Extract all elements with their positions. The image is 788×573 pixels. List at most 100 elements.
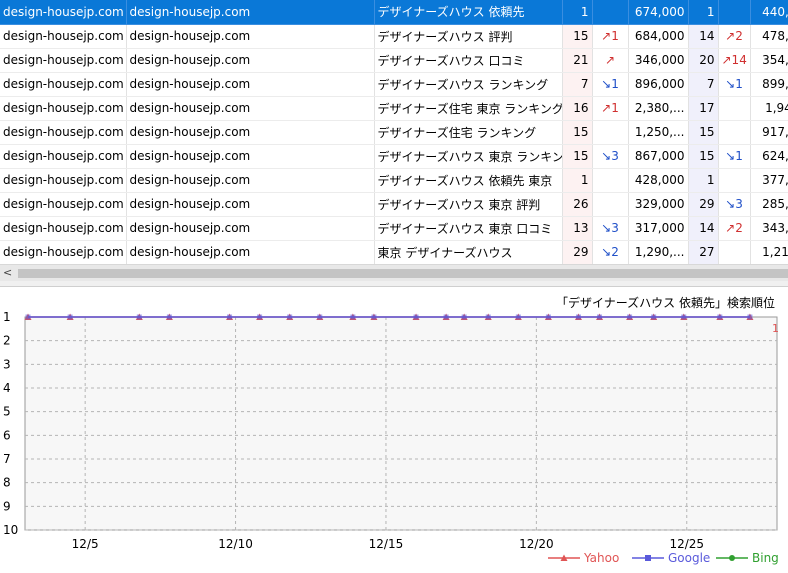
site-cell: design-housejp.com — [0, 24, 127, 49]
google-volume-cell: 899,0 — [750, 72, 788, 97]
google-change-cell — [718, 0, 751, 25]
keyword-cell: 東京 デザイナーズハウス — [374, 240, 563, 264]
yahoo-change-cell — [592, 0, 629, 25]
site-cell: design-housejp.com — [0, 192, 127, 217]
google-rank-cell: 14 — [688, 24, 719, 49]
site-cell: design-housejp.com — [0, 0, 127, 25]
table-row[interactable]: design-housejp.com design-housejp.com デザイナ… — [0, 48, 788, 73]
x-tick-label: 12/5 — [72, 537, 99, 551]
data-point-google — [67, 314, 73, 320]
keyword-cell: デザイナーズハウス 東京 ランキング — [374, 144, 563, 169]
y-tick-label: 6 — [3, 428, 11, 442]
keyword-cell: デザイナーズハウス 口コミ — [374, 48, 563, 73]
x-tick-label: 12/10 — [218, 537, 253, 551]
google-rank-cell: 15 — [688, 144, 719, 169]
yahoo-change-cell: ↘1 — [592, 72, 629, 97]
x-tick-label: 12/25 — [669, 537, 704, 551]
table-row[interactable]: design-housejp.com design-housejp.com デザイナ… — [0, 96, 788, 121]
ranking-table: design-housejp.com design-housejp.com デザイナ… — [0, 0, 788, 264]
site-url-cell: design-housejp.com — [126, 120, 375, 145]
chart-title: 「デザイナーズハウス 依頼先」検索順位 — [556, 295, 775, 310]
y-tick-label: 8 — [3, 476, 11, 490]
table-row[interactable]: design-housejp.com design-housejp.com デザイナ… — [0, 24, 788, 49]
y-tick-label: 10 — [3, 523, 18, 537]
yahoo-change-cell: ↗ — [592, 48, 629, 73]
google-volume-cell: 478,0 — [750, 24, 788, 49]
yahoo-volume-cell: 1,290,... — [628, 240, 689, 264]
legend-marker-bing — [729, 555, 735, 561]
yahoo-rank-cell: 15 — [562, 144, 593, 169]
google-rank-cell: 7 — [688, 72, 719, 97]
google-volume-cell: 285,0 — [750, 192, 788, 217]
yahoo-change-cell: ↘2 — [592, 240, 629, 264]
yahoo-rank-cell: 1 — [562, 0, 593, 25]
data-point-google — [545, 314, 551, 320]
data-point-google — [717, 314, 723, 320]
google-volume-cell: 1,94( — [750, 96, 788, 121]
yahoo-volume-cell: 317,000 — [628, 216, 689, 241]
keyword-cell: デザイナーズ住宅 ランキング — [374, 120, 563, 145]
yahoo-volume-cell: 867,000 — [628, 144, 689, 169]
yahoo-volume-cell: 2,380,... — [628, 96, 689, 121]
table-row[interactable]: design-housejp.com design-housejp.com デザイナ… — [0, 216, 788, 241]
data-point-google — [597, 314, 603, 320]
site-cell: design-housejp.com — [0, 168, 127, 193]
horizontal-scrollbar[interactable]: < — [0, 264, 788, 281]
keyword-cell: デザイナーズハウス ランキング — [374, 72, 563, 97]
scroll-left-icon[interactable]: < — [3, 266, 12, 279]
y-tick-label: 2 — [3, 334, 11, 348]
data-point-google — [461, 314, 467, 320]
table-row[interactable]: design-housejp.com design-housejp.com デザイナ… — [0, 144, 788, 169]
yahoo-volume-cell: 428,000 — [628, 168, 689, 193]
table-row[interactable]: design-housejp.com design-housejp.com デザイナ… — [0, 72, 788, 97]
google-volume-cell: 624,0 — [750, 144, 788, 169]
yahoo-volume-cell: 1,250,... — [628, 120, 689, 145]
yahoo-volume-cell: 896,000 — [628, 72, 689, 97]
google-change-cell: ↗2 — [718, 216, 751, 241]
google-volume-cell: 377,0 — [750, 168, 788, 193]
yahoo-change-cell — [592, 168, 629, 193]
keyword-cell: デザイナーズハウス 東京 口コミ — [374, 216, 563, 241]
table-row[interactable]: design-housejp.com design-housejp.com デザイナ… — [0, 168, 788, 193]
yahoo-rank-cell: 21 — [562, 48, 593, 73]
data-point-google — [287, 314, 293, 320]
table-row[interactable]: design-housejp.com design-housejp.com デザイナ… — [0, 120, 788, 145]
yahoo-rank-cell: 16 — [562, 96, 593, 121]
keyword-cell: デザイナーズ住宅 東京 ランキング — [374, 96, 563, 121]
site-url-cell: design-housejp.com — [126, 96, 375, 121]
google-volume-cell: 1,210 — [750, 240, 788, 264]
data-point-google — [166, 314, 172, 320]
y-tick-label: 1 — [3, 310, 11, 324]
yahoo-change-cell — [592, 192, 629, 217]
legend-label-bing: Bing — [752, 551, 779, 565]
data-point-google — [413, 314, 419, 320]
rank-history-chart: 1 2 3 4 5 6 7 8 9 10 12/5 12/10 12/15 12/20 12/25 「デザイナ… — [0, 286, 788, 573]
site-url-cell: design-housejp.com — [126, 72, 375, 97]
data-point-google — [317, 314, 323, 320]
yahoo-rank-cell: 13 — [562, 216, 593, 241]
ranking-grid[interactable]: design-housejp.com design-housejp.com デザイナ… — [0, 0, 788, 264]
yahoo-volume-cell: 684,000 — [628, 24, 689, 49]
yahoo-change-cell: ↗1 — [592, 24, 629, 49]
google-change-cell — [718, 120, 751, 145]
plot-area — [24, 316, 778, 531]
table-row[interactable]: design-housejp.com design-housejp.com デザイナ… — [0, 192, 788, 217]
yahoo-volume-cell: 346,000 — [628, 48, 689, 73]
site-url-cell: design-housejp.com — [126, 24, 375, 49]
data-point-google — [25, 314, 31, 320]
y-tick-label: 5 — [3, 405, 11, 419]
x-tick-label: 12/20 — [519, 537, 554, 551]
scrollbar-thumb[interactable] — [18, 269, 788, 278]
data-point-google — [443, 314, 449, 320]
table-row[interactable]: design-housejp.com design-housejp.com 東京 デ… — [0, 240, 788, 264]
google-change-cell — [718, 240, 751, 264]
google-change-cell — [718, 96, 751, 121]
google-rank-cell: 27 — [688, 240, 719, 264]
yahoo-volume-cell: 329,000 — [628, 192, 689, 217]
google-volume-cell: 917,0 — [750, 120, 788, 145]
table-row[interactable]: design-housejp.com design-housejp.com デザイナ… — [0, 0, 788, 25]
legend-label-google: Google — [668, 551, 710, 565]
yahoo-change-cell: ↗1 — [592, 96, 629, 121]
data-point-google — [515, 314, 521, 320]
end-value-label: 1 — [772, 322, 779, 335]
